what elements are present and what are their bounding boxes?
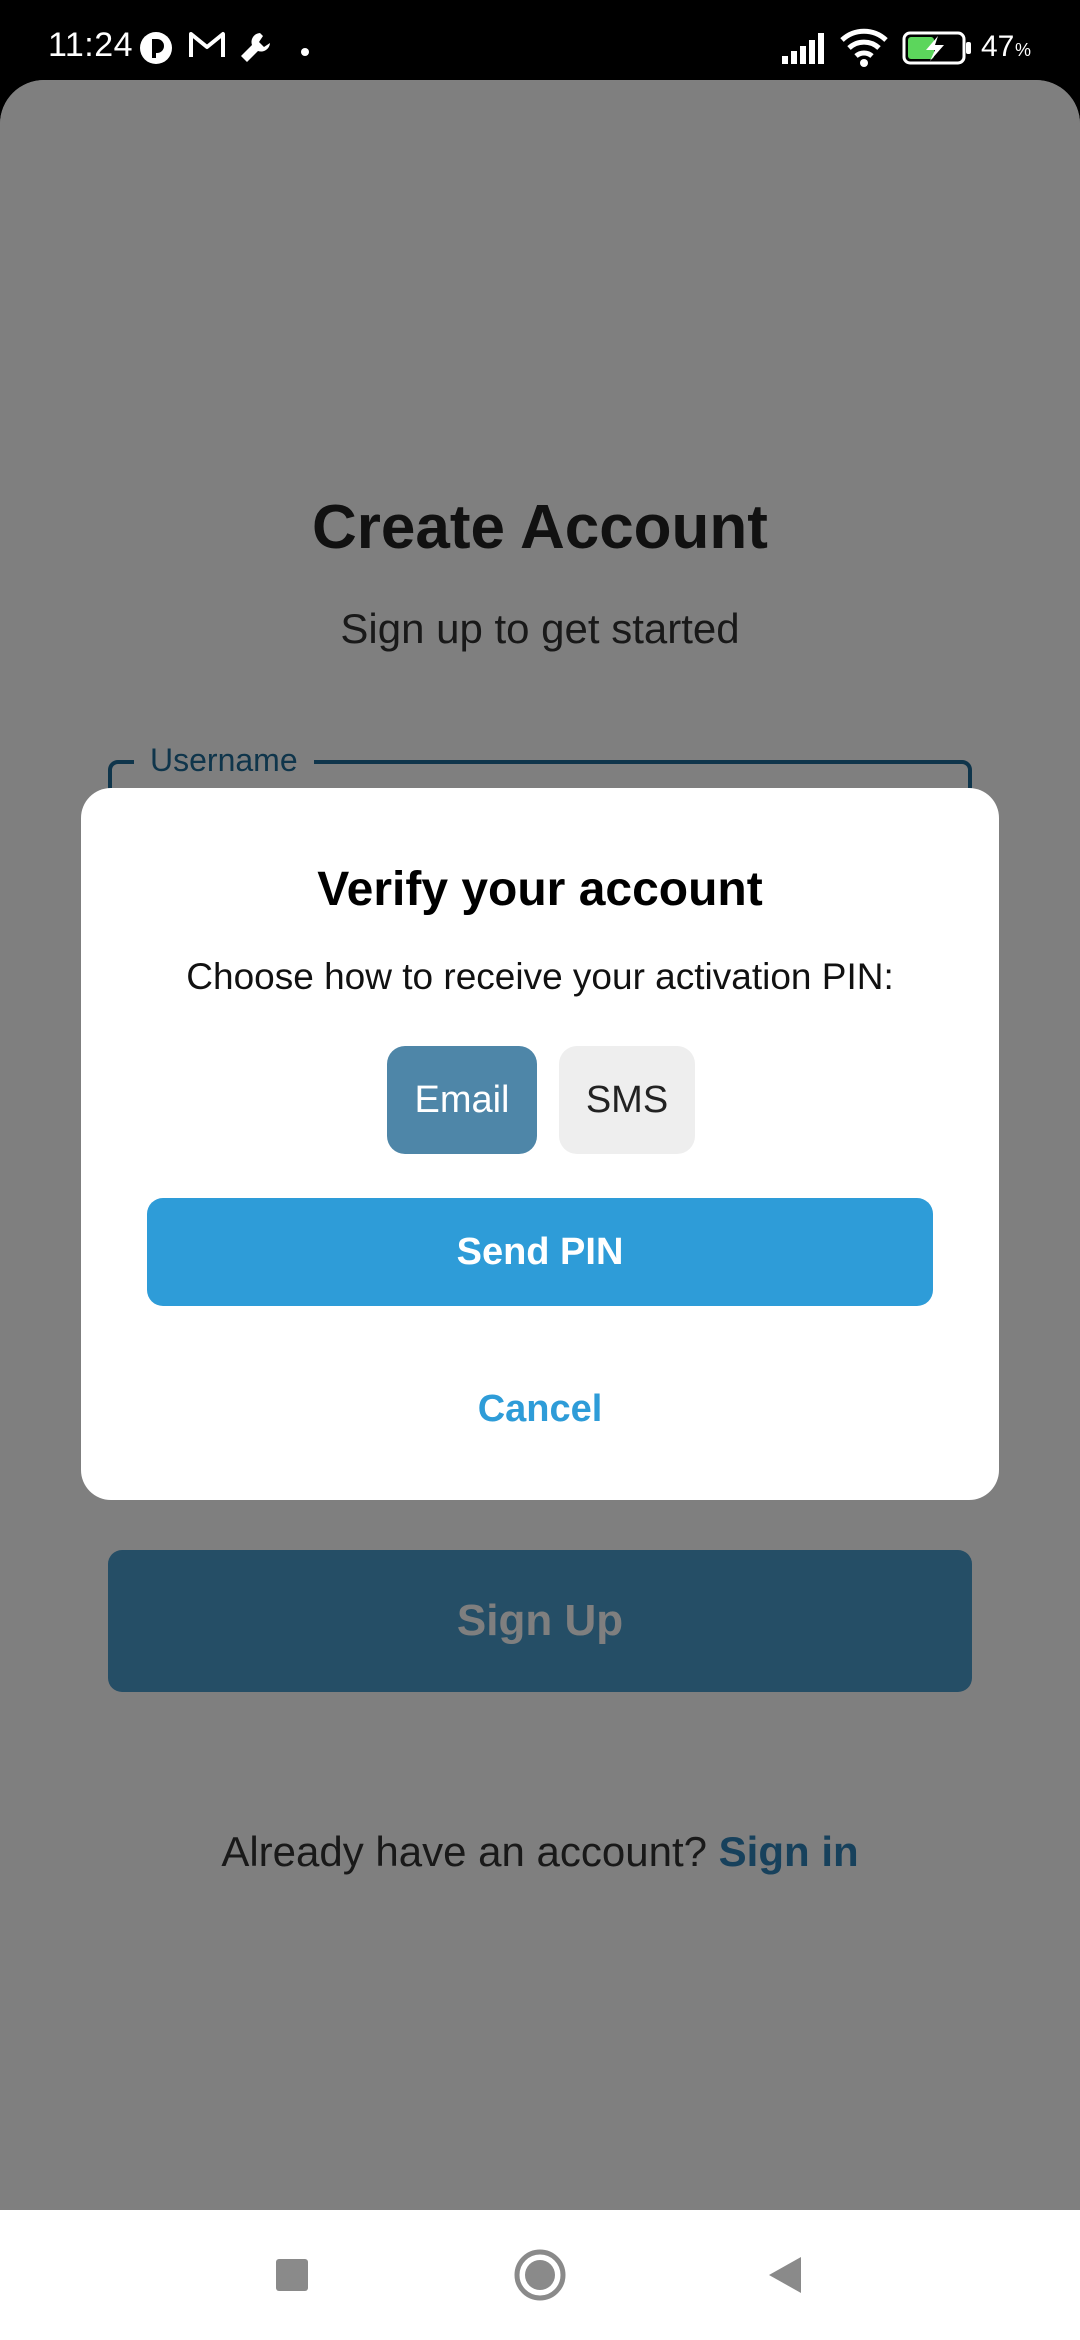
wrench-icon (238, 30, 274, 71)
battery-charging-icon (902, 30, 974, 71)
signal-icon (780, 30, 830, 71)
dialog-title: Verify your account (317, 863, 763, 916)
email-option-button[interactable]: Email (387, 1046, 537, 1154)
wifi-icon (840, 28, 888, 73)
send-pin-button[interactable]: Send PIN (147, 1198, 933, 1306)
gmail-icon (188, 30, 226, 65)
verify-account-dialog: Verify your account Choose how to receiv… (81, 788, 999, 1500)
status-bar: 11:24 47 % (0, 0, 1080, 80)
recents-button[interactable] (257, 2240, 327, 2310)
home-circle-icon (514, 2249, 566, 2301)
back-triangle-icon (769, 2257, 801, 2293)
dialog-message: Choose how to receive your activation PI… (186, 956, 894, 997)
battery-percentage-sign: % (1015, 40, 1032, 60)
cancel-button[interactable]: Cancel (81, 1388, 999, 1431)
app-notification-icon (138, 30, 174, 71)
recents-square-icon (276, 2259, 308, 2291)
battery-percentage: 47 (981, 30, 1015, 63)
status-time: 11:24 (48, 26, 134, 64)
dot-icon (300, 44, 310, 62)
navigation-bar (0, 2210, 1080, 2340)
sms-option-button[interactable]: SMS (559, 1046, 695, 1154)
back-button[interactable] (750, 2240, 820, 2310)
phone-screen: 11:24 47 % Verify your account Choose ho… (0, 0, 1080, 2340)
home-button[interactable] (505, 2240, 575, 2310)
